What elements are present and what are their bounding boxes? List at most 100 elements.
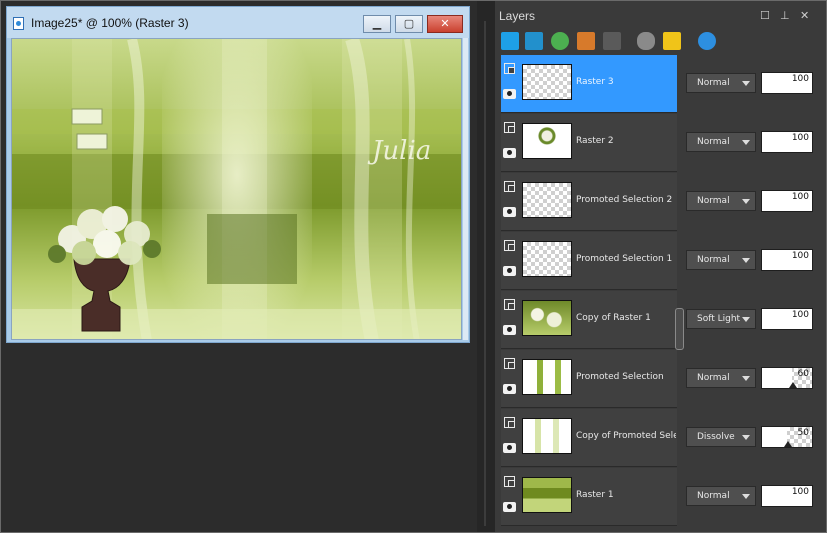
opacity-slider[interactable]: 100 (761, 72, 813, 94)
blend-mode-dropdown[interactable]: Normal (686, 132, 756, 152)
layer-properties: Soft Light 100 (681, 291, 821, 349)
opacity-slider[interactable]: 60 (761, 367, 813, 389)
close-icon: ✕ (800, 9, 810, 22)
link-icon[interactable] (637, 32, 655, 50)
layer-row[interactable]: Promoted Selection 2 Normal 100 (501, 173, 821, 231)
layer-type-icon[interactable] (504, 181, 515, 192)
layer-row-main[interactable]: Promoted Selection 1 (501, 232, 677, 290)
layer-row-main[interactable]: Copy of Promoted Selecti (501, 409, 677, 467)
layer-row-main[interactable]: Promoted Selection 2 (501, 173, 677, 231)
layer-row[interactable]: Raster 3 Normal 100 (501, 55, 821, 113)
layer-row[interactable]: Raster 2 Normal 100 (501, 114, 821, 172)
workspace[interactable]: Image25* @ 100% (Raster 3) ▁ ▢ ✕ Julia (1, 1, 477, 532)
new-raster-layer-icon[interactable] (501, 32, 519, 50)
opacity-slider[interactable]: 100 (761, 249, 813, 271)
opacity-slider[interactable]: 100 (761, 131, 813, 153)
layer-type-icon[interactable] (504, 476, 515, 487)
visibility-eye-icon[interactable] (503, 266, 516, 276)
layer-type-icon[interactable] (504, 240, 515, 251)
layer-row-main[interactable]: Raster 3 (501, 55, 677, 113)
layer-row[interactable]: Promoted Selection Normal 60 (501, 350, 821, 408)
opacity-slider[interactable]: 100 (761, 308, 813, 330)
splitter-grip[interactable] (484, 21, 486, 526)
visibility-eye-icon[interactable] (503, 89, 516, 99)
layer-thumbnail (522, 359, 572, 395)
layer-row[interactable]: Promoted Selection 1 Normal 100 (501, 232, 821, 290)
opacity-slider[interactable]: 50 (761, 426, 813, 448)
visibility-eye-icon[interactable] (503, 148, 516, 158)
layers-panel-title: Layers (499, 9, 536, 23)
visibility-eye-icon[interactable] (503, 207, 516, 217)
layer-row-main[interactable]: Promoted Selection (501, 350, 677, 408)
layer-properties: Dissolve 50 (681, 409, 821, 467)
layer-type-icon[interactable] (504, 63, 515, 74)
layer-name: Promoted Selection 1 (576, 254, 673, 264)
blend-mode-value: Normal (697, 373, 730, 383)
layer-type-icon[interactable] (504, 122, 515, 133)
visibility-eye-icon[interactable] (503, 325, 516, 335)
visibility-eye-icon[interactable] (503, 502, 516, 512)
opacity-value: 100 (791, 310, 809, 320)
opacity-slider-handle[interactable] (789, 382, 798, 388)
opacity-value: 100 (791, 192, 809, 202)
add-mask-icon[interactable] (551, 32, 569, 50)
blend-mode-dropdown[interactable]: Normal (686, 250, 756, 270)
blend-mode-value: Normal (697, 196, 730, 206)
panel-collapse-handle[interactable] (675, 308, 684, 350)
minimize-button[interactable]: ▁ (363, 15, 391, 33)
blend-mode-dropdown[interactable]: Normal (686, 73, 756, 93)
visibility-eye-icon[interactable] (503, 384, 516, 394)
layer-row[interactable]: Copy of Promoted Selecti Dissolve 50 (501, 409, 821, 467)
layer-name: Raster 1 (576, 490, 614, 500)
blend-mode-dropdown[interactable]: Normal (686, 486, 756, 506)
layer-thumbnail (522, 64, 572, 100)
canvas-artwork: Julia (12, 39, 461, 339)
layer-properties-icon[interactable] (698, 32, 716, 50)
layer-row-main[interactable]: Raster 2 (501, 114, 677, 172)
chevron-down-icon (742, 199, 750, 204)
pin-icon: ⊥ (780, 9, 790, 22)
edit-selection-icon[interactable] (577, 32, 595, 50)
layer-thumbnail (522, 123, 572, 159)
panel-maximize-button[interactable]: ☐ (760, 9, 770, 22)
layer-name: Raster 2 (576, 136, 614, 146)
image-window[interactable]: Image25* @ 100% (Raster 3) ▁ ▢ ✕ Julia (6, 6, 470, 343)
panel-pin-button[interactable]: ⊥ (780, 9, 790, 22)
opacity-slider[interactable]: 100 (761, 190, 813, 212)
opacity-fill (762, 368, 792, 388)
layer-type-icon[interactable] (504, 358, 515, 369)
layer-row[interactable]: Raster 1 Normal 100 (501, 468, 821, 526)
image-canvas[interactable]: Julia (11, 38, 462, 340)
lock-icon[interactable] (663, 32, 681, 50)
opacity-slider-handle[interactable] (784, 441, 792, 447)
canvas-vertical-scrollbar[interactable] (463, 38, 468, 340)
maximize-button[interactable]: ▢ (395, 15, 423, 33)
visibility-eye-icon[interactable] (503, 443, 516, 453)
blend-mode-dropdown[interactable]: Normal (686, 368, 756, 388)
image-window-titlebar[interactable]: Image25* @ 100% (Raster 3) ▁ ▢ ✕ (7, 7, 469, 38)
blend-mode-dropdown[interactable]: Normal (686, 191, 756, 211)
layer-name: Raster 3 (576, 77, 614, 87)
opacity-value: 100 (791, 487, 809, 497)
opacity-slider[interactable]: 100 (761, 485, 813, 507)
svg-text:Julia: Julia (367, 136, 431, 166)
layer-properties: Normal 100 (681, 468, 821, 526)
blend-mode-value: Normal (697, 255, 730, 265)
layer-row-main[interactable]: Copy of Raster 1 (501, 291, 677, 349)
layer-type-icon[interactable] (504, 417, 515, 428)
chevron-down-icon (742, 376, 750, 381)
close-button[interactable]: ✕ (427, 15, 463, 33)
new-vector-layer-icon[interactable] (525, 32, 543, 50)
delete-layer-icon[interactable] (603, 32, 621, 50)
blend-mode-dropdown[interactable]: Soft Light (686, 309, 756, 329)
blend-mode-value: Normal (697, 137, 730, 147)
layer-type-icon[interactable] (504, 299, 515, 310)
layer-properties: Normal 100 (681, 114, 821, 172)
panel-close-button[interactable]: ✕ (800, 9, 809, 22)
chevron-down-icon (742, 258, 750, 263)
layer-thumbnail (522, 241, 572, 277)
blend-mode-dropdown[interactable]: Dissolve (686, 427, 756, 447)
layer-row-main[interactable]: Raster 1 (501, 468, 677, 526)
layer-name: Promoted Selection 2 (576, 195, 673, 205)
layer-row[interactable]: Copy of Raster 1 Soft Light 100 (501, 291, 821, 349)
